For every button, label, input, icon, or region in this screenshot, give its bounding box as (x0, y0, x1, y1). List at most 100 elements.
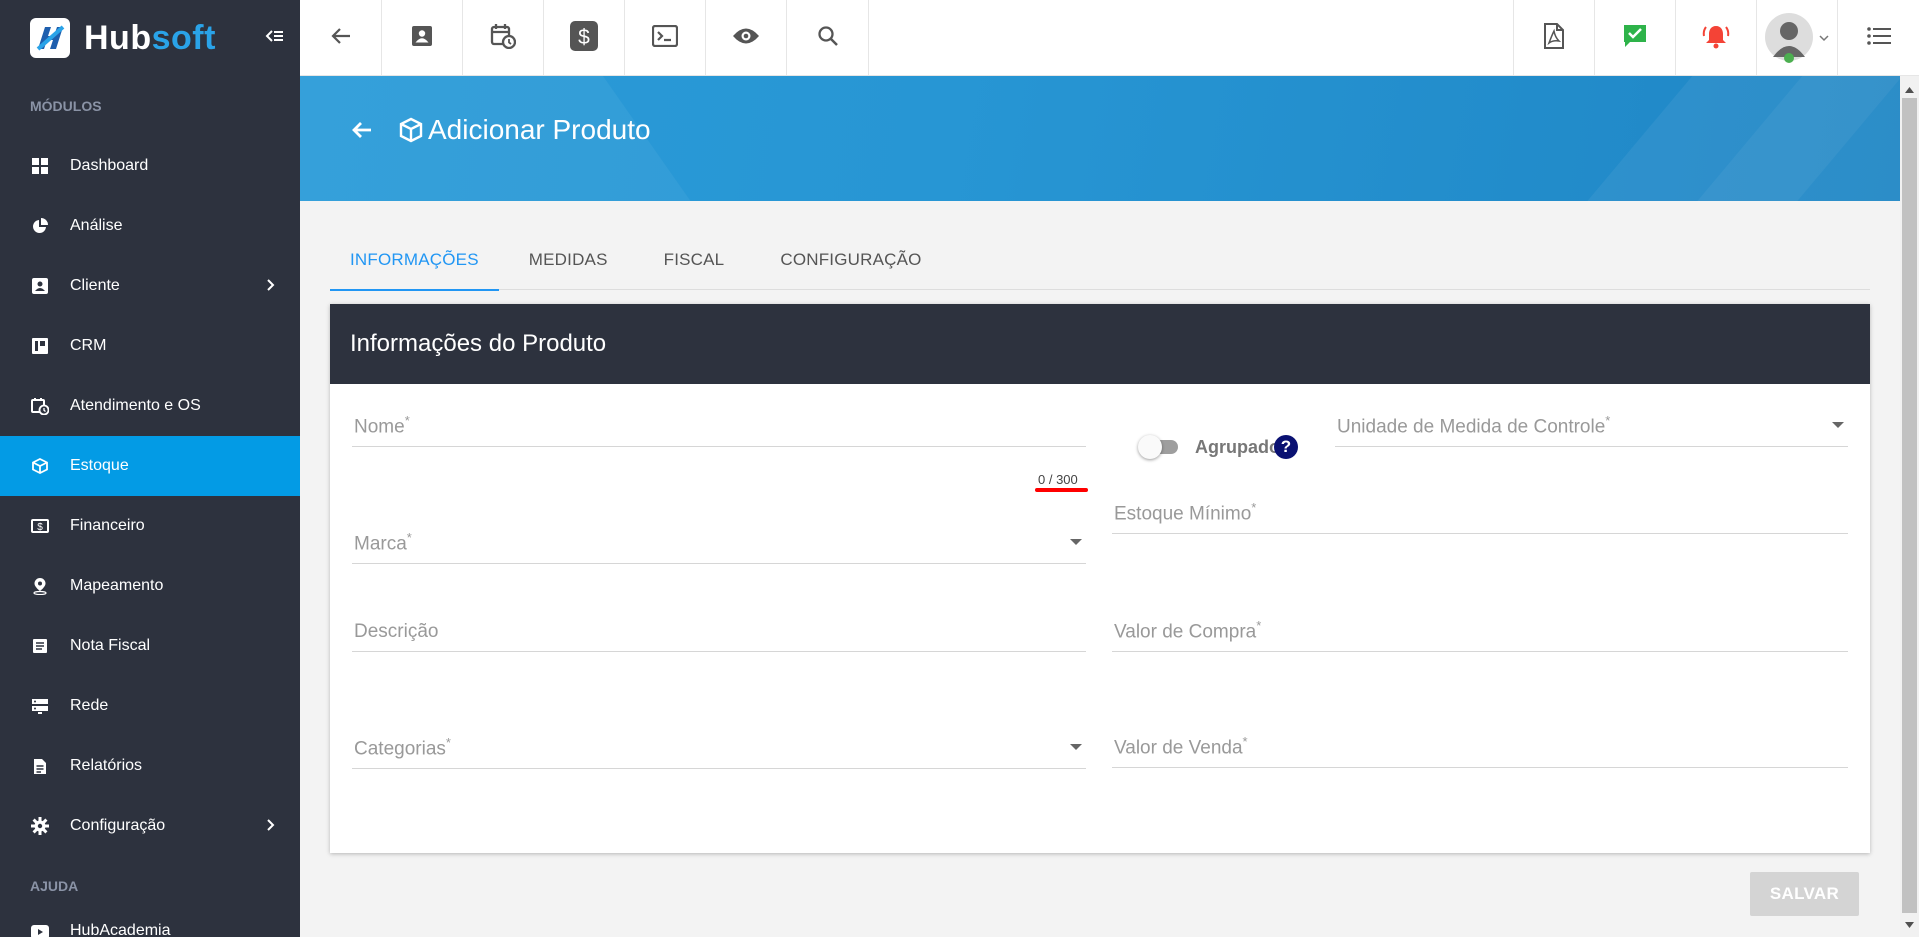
chevron-right-icon (266, 818, 276, 837)
contact-card-icon (411, 25, 433, 52)
descricao-field[interactable]: Descrição (352, 616, 1086, 652)
page-scrollbar[interactable] (1900, 76, 1919, 937)
topbar: $ (300, 0, 1919, 76)
tasks-button[interactable] (1594, 0, 1675, 76)
sidebar-item-label: Relatórios (70, 757, 143, 774)
scroll-thumb[interactable] (1902, 98, 1917, 913)
unidade-medida-select[interactable]: Unidade de Medida de Controle* (1335, 411, 1848, 447)
pie-chart-icon (30, 216, 50, 236)
logo-bar: Hubsoft (0, 0, 300, 76)
sidebar-item-hubacademia[interactable]: HubAcademia (0, 916, 300, 937)
sidebar-item-mapeamento[interactable]: Mapeamento (0, 556, 300, 616)
tab-fiscal[interactable]: FISCAL (634, 230, 753, 290)
valor-venda-label: Valor de Venda (1114, 737, 1243, 758)
terminal-icon (651, 24, 679, 52)
tab-medidas[interactable]: MEDIDAS (499, 230, 634, 290)
pdf-button[interactable] (1513, 0, 1594, 76)
unidade-medida-label: Unidade de Medida de Controle (1337, 416, 1606, 437)
eye-icon (732, 27, 760, 50)
sidebar-item-dashboard[interactable]: Dashboard (0, 136, 300, 196)
estoque-minimo-label: Estoque Mínimo (1114, 503, 1252, 524)
dropdown-arrow-icon (1070, 533, 1082, 551)
sidebar-item-rede[interactable]: Rede (0, 676, 300, 736)
cube-icon (398, 117, 424, 143)
pdf-icon (1543, 22, 1565, 54)
dropdown-arrow-icon (1832, 416, 1844, 434)
terminal-shortcut-button[interactable] (625, 0, 706, 76)
sidebar-item-label: Dashboard (70, 157, 149, 174)
sidebar-item-atendimento[interactable]: Atendimento e OS (0, 376, 300, 436)
dashboard-icon (30, 156, 50, 176)
collapse-menu-icon[interactable] (264, 26, 284, 51)
scroll-down-icon[interactable] (1905, 915, 1914, 933)
money-icon: $ (30, 516, 50, 536)
receipt-icon (30, 636, 50, 656)
sidebar-item-label: Rede (70, 697, 109, 714)
help-icon[interactable]: ? (1274, 435, 1298, 459)
list-menu-button[interactable] (1837, 0, 1919, 76)
server-icon (30, 696, 50, 716)
sidebar-item-label: Financeiro (70, 517, 145, 534)
required-marker: * (404, 412, 410, 428)
chevron-down-icon (1819, 29, 1829, 47)
product-info-card: Informações do Produto Nome* 0 / 300 Agr… (330, 304, 1870, 853)
required-marker: * (445, 734, 451, 750)
user-avatar (1765, 13, 1815, 63)
sidebar-item-estoque[interactable]: Estoque (0, 436, 300, 496)
required-marker: * (1242, 733, 1248, 749)
play-video-icon (30, 922, 50, 937)
svg-text:$: $ (578, 26, 590, 49)
sidebar: Hubsoft MÓDULOS Dashboard Análise Client… (0, 0, 300, 937)
clients-shortcut-button[interactable] (382, 0, 463, 76)
sidebar-item-label: Análise (70, 217, 123, 234)
marca-label: Marca (354, 533, 407, 554)
back-arrow-icon (330, 25, 352, 52)
page-title-text: Adicionar Produto (428, 114, 651, 145)
gear-icon (30, 816, 50, 836)
highlight-underline (1035, 488, 1088, 492)
sidebar-item-crm[interactable]: CRM (0, 316, 300, 376)
sidebar-item-cliente[interactable]: Cliente (0, 256, 300, 316)
save-button[interactable]: SALVAR (1750, 872, 1859, 916)
estoque-minimo-field[interactable]: Estoque Mínimo* (1112, 498, 1848, 534)
search-button[interactable] (787, 0, 869, 76)
tab-informacoes[interactable]: INFORMAÇÕES (330, 230, 499, 291)
marca-select[interactable]: Marca* (352, 528, 1086, 564)
agrupado-toggle[interactable] (1138, 435, 1182, 459)
valor-compra-field[interactable]: Valor de Compra* (1112, 616, 1848, 652)
sidebar-item-label: Estoque (70, 457, 129, 474)
check-message-icon (1622, 23, 1648, 54)
sidebar-item-financeiro[interactable]: $ Financeiro (0, 496, 300, 556)
page-title: Adicionar Produto (398, 114, 651, 146)
sidebar-item-label: Configuração (70, 817, 166, 834)
svg-text:$: $ (37, 522, 43, 533)
sidebar-item-label: Nota Fiscal (70, 637, 151, 654)
categorias-select[interactable]: Categorias* (352, 733, 1086, 769)
service-orders-shortcut-button[interactable] (463, 0, 544, 76)
user-menu-button[interactable] (1756, 0, 1837, 76)
view-shortcut-button[interactable] (706, 0, 787, 76)
sidebar-item-analise[interactable]: Análise (0, 196, 300, 256)
tab-configuracao[interactable]: CONFIGURAÇÃO (752, 230, 941, 290)
contact-card-icon (30, 276, 50, 296)
sidebar-item-relatorios[interactable]: Relatórios (0, 736, 300, 796)
valor-compra-label: Valor de Compra (1114, 621, 1257, 642)
nome-field[interactable]: Nome* (352, 411, 1086, 447)
nome-char-counter: 0 / 300 (1038, 472, 1078, 487)
alerts-button[interactable] (1675, 0, 1756, 76)
valor-venda-field[interactable]: Valor de Venda* (1112, 732, 1848, 768)
required-marker: * (1251, 499, 1257, 515)
scroll-up-icon[interactable] (1905, 80, 1914, 98)
back-button[interactable] (300, 0, 382, 76)
sidebar-item-configuracao[interactable]: Configuração (0, 796, 300, 856)
sidebar-item-nota-fiscal[interactable]: Nota Fiscal (0, 616, 300, 676)
required-marker: * (1605, 412, 1611, 428)
chevron-right-icon (266, 278, 276, 297)
back-arrow-icon[interactable] (350, 118, 374, 147)
required-marker: * (406, 529, 412, 545)
financial-shortcut-button[interactable]: $ (544, 0, 625, 76)
calendar-clock-icon (490, 23, 517, 54)
section-help-title: AJUDA (30, 878, 79, 894)
required-marker: * (1256, 617, 1262, 633)
sidebar-item-label: Atendimento e OS (70, 397, 201, 414)
